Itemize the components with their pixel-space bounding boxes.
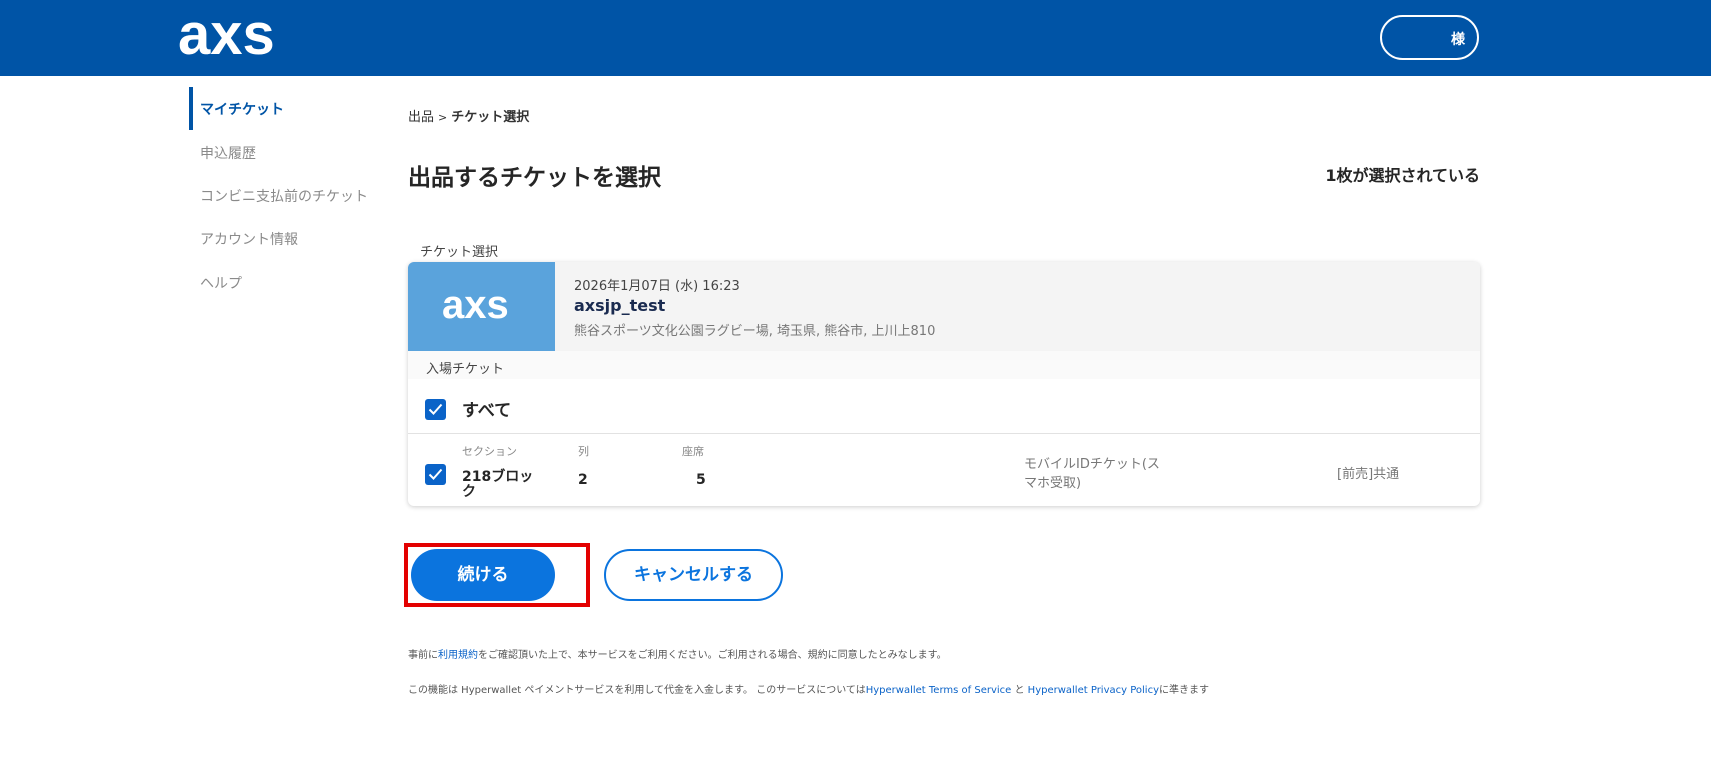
breadcrumb-separator: > <box>438 111 448 124</box>
col-header-seat: 座席 <box>682 445 704 458</box>
hyperwallet-suffix: に準きます <box>1159 685 1209 696</box>
ticket-row-value: 2 <box>578 472 588 488</box>
event-venue: 熊谷スポーツ文化公園ラグビー場, 埼玉県, 熊谷市, 上川上810 <box>574 324 936 339</box>
sidebar-active-indicator <box>189 87 193 130</box>
selected-count: 1枚が選択されている <box>1325 166 1480 185</box>
ticket-delivery-line1: モバイルIDチケット(ス <box>1024 457 1160 472</box>
page-title: 出品するチケットを選択 <box>408 165 661 191</box>
sidebar-item-order-history[interactable]: 申込履歴 <box>200 143 256 163</box>
user-menu-button[interactable]: 様 <box>1380 15 1479 60</box>
svg-text:axs: axs <box>178 6 275 67</box>
axs-logo[interactable]: axs <box>178 6 302 68</box>
terms-notice: 事前に利用規約をご確認頂いた上で、本サービスをご利用ください。ご利用される場合、… <box>408 646 947 661</box>
cancel-button[interactable]: キャンセルする <box>604 549 783 601</box>
breadcrumb-current: チケット選択 <box>451 110 530 125</box>
terms-link[interactable]: 利用規約 <box>438 650 478 661</box>
col-header-row: 列 <box>578 445 589 458</box>
ticket-type-band <box>408 351 1480 379</box>
row-divider <box>408 433 1480 434</box>
user-name-label: 様 <box>1451 32 1465 48</box>
ticket-type-label: 入場チケット <box>426 362 505 377</box>
event-name: axsjp_test <box>574 296 666 315</box>
ticket-row-checkbox[interactable] <box>425 464 446 485</box>
axs-thumb-logo: axs <box>442 284 509 327</box>
sidebar-item-help[interactable]: ヘルプ <box>200 273 242 293</box>
select-all-label[interactable]: すべて <box>462 396 511 421</box>
event-date: 2026年1月07日 (水) 16:23 <box>574 279 740 294</box>
ticket-price-type: [前売]共通 <box>1337 467 1400 482</box>
top-header: axs 様 <box>0 0 1711 76</box>
terms-suffix: をご確認頂いた上で、本サービスをご利用ください。ご利用される場合、規約に同意した… <box>478 650 947 661</box>
event-header: axs 2026年1月07日 (水) 16:23 axsjp_test 熊谷スポ… <box>408 262 1480 351</box>
hyperwallet-tos-link[interactable]: Hyperwallet Terms of Service <box>866 685 1012 696</box>
check-icon <box>428 468 443 480</box>
hyperwallet-notice: この機能は Hyperwallet ペイメントサービスを利用して代金を入金します… <box>408 681 1209 696</box>
col-header-section: セクション <box>462 445 517 458</box>
breadcrumb: 出品 > チケット選択 <box>408 106 529 125</box>
ticket-select-section-label: チケット選択 <box>420 245 499 260</box>
check-icon <box>428 403 443 415</box>
ticket-section-value-2: ク <box>462 484 476 500</box>
sidebar-item-account-info[interactable]: アカウント情報 <box>200 229 298 249</box>
ticket-seat-value: 5 <box>696 472 706 488</box>
sidebar-item-unpaid-tickets[interactable]: コンビニ支払前のチケット <box>200 186 368 206</box>
continue-button-highlight-box <box>404 543 590 607</box>
ticket-delivery-line2: マホ受取) <box>1024 476 1082 491</box>
terms-prefix: 事前に <box>408 650 438 661</box>
hyperwallet-and: と <box>1011 685 1028 696</box>
breadcrumb-parent[interactable]: 出品 <box>408 110 434 125</box>
hyperwallet-prefix: この機能は Hyperwallet ペイメントサービスを利用して代金を入金します… <box>408 685 866 696</box>
event-thumbnail: axs <box>408 262 555 351</box>
ticket-card: axs 2026年1月07日 (水) 16:23 axsjp_test 熊谷スポ… <box>408 262 1480 506</box>
select-all-checkbox[interactable] <box>425 399 446 420</box>
hyperwallet-privacy-link[interactable]: Hyperwallet Privacy Policy <box>1028 685 1159 696</box>
sidebar-item-my-tickets[interactable]: マイチケット <box>200 99 284 119</box>
svg-text:axs: axs <box>442 284 509 327</box>
